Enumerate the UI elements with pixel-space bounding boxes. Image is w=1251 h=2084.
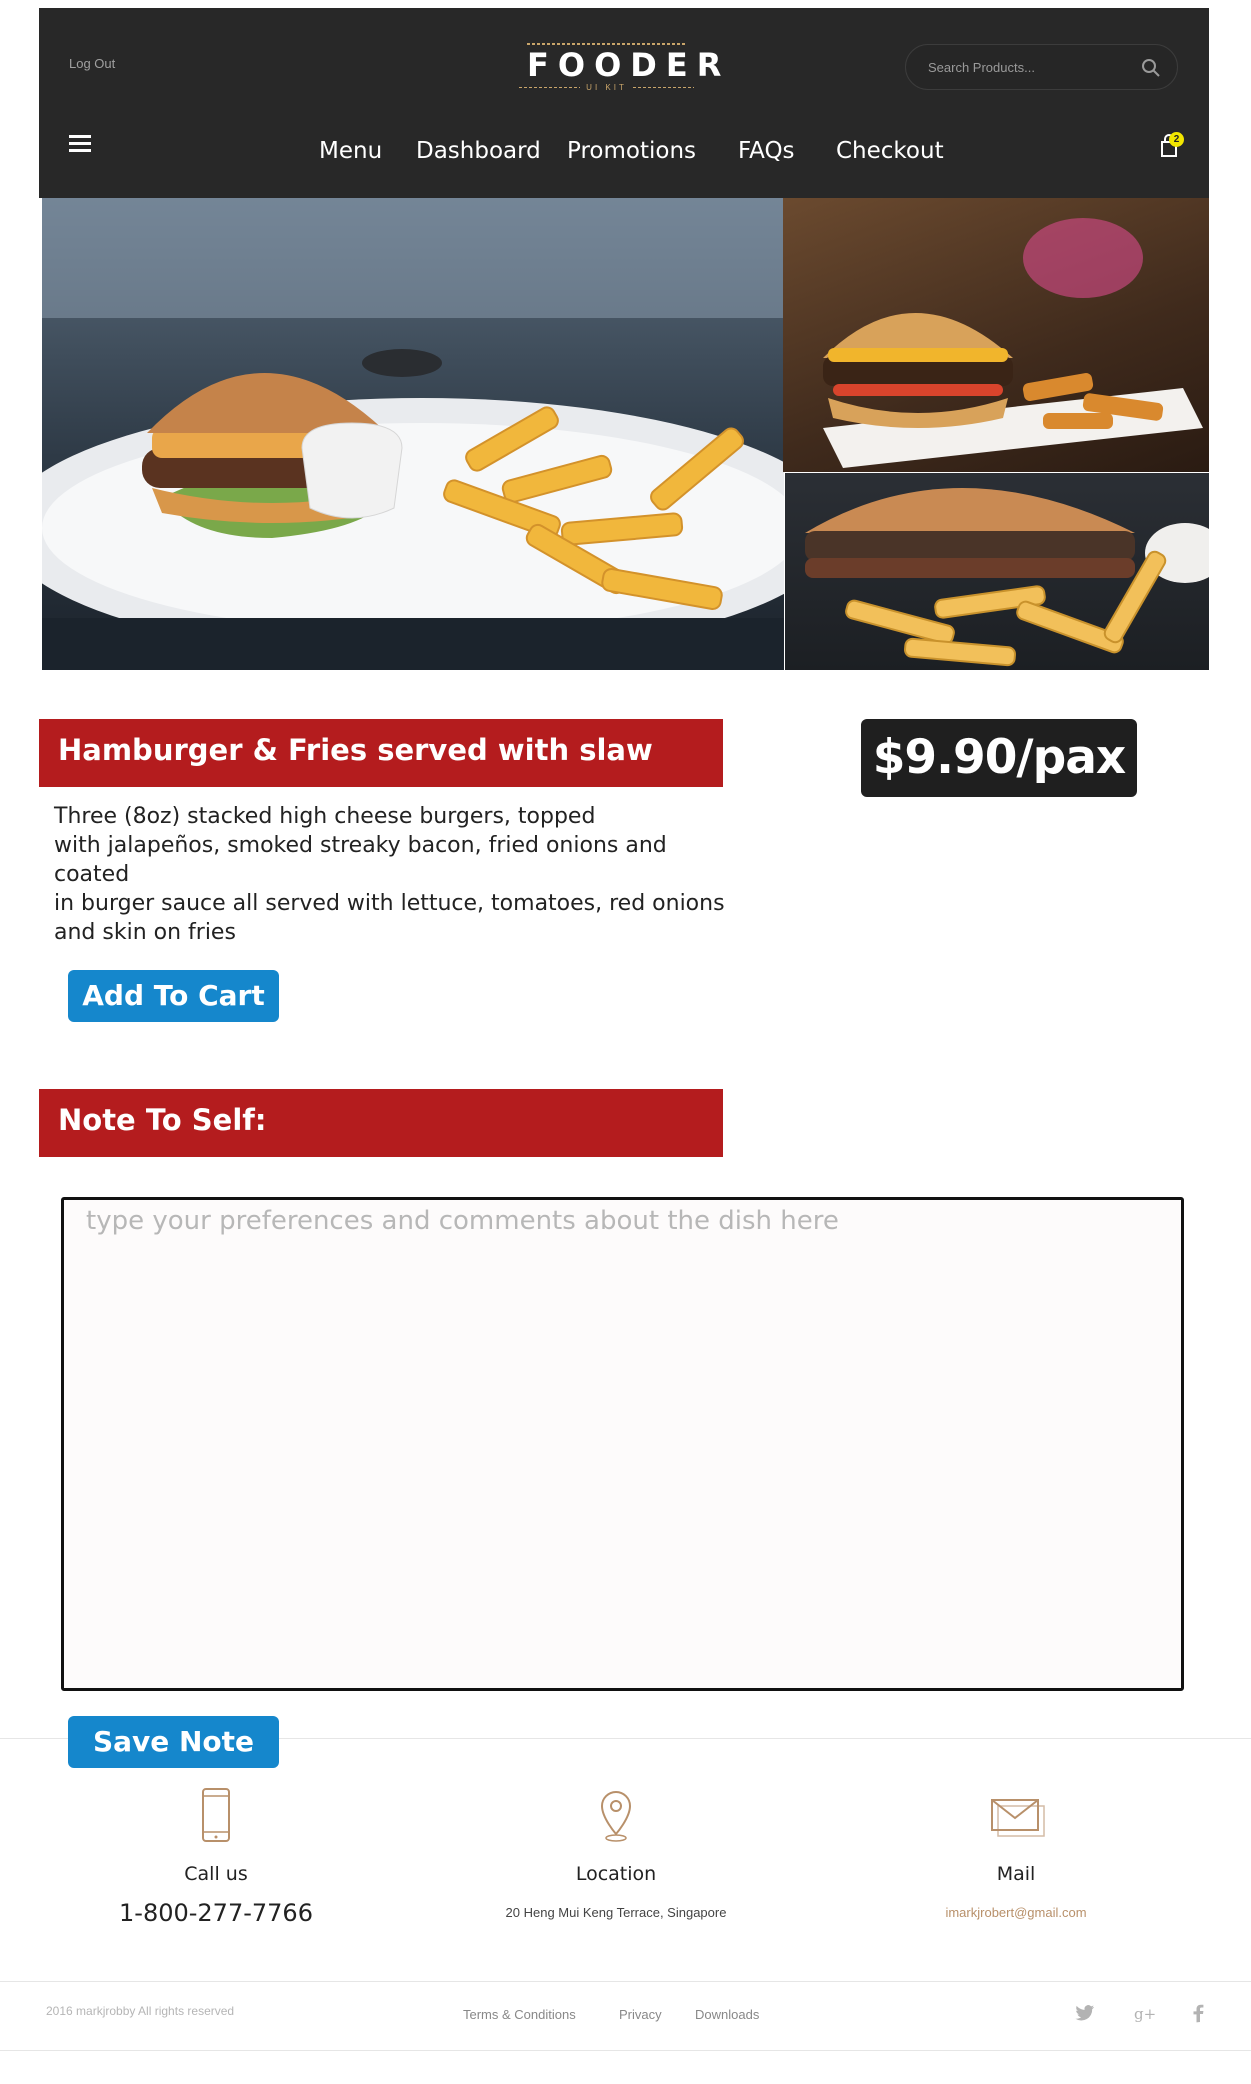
divider	[0, 1981, 1251, 1982]
contact-label: Call us	[184, 1863, 248, 1885]
contact-label: Mail	[996, 1863, 1036, 1885]
phone-icon	[202, 1788, 230, 1842]
description-line: and skin on fries	[54, 920, 236, 945]
location-pin-icon	[600, 1790, 632, 1842]
nav-checkout[interactable]: Checkout	[836, 138, 944, 164]
twitter-icon[interactable]	[1074, 2002, 1096, 2024]
brand-logo[interactable]: FOODER UI KIT	[519, 43, 731, 103]
privacy-link[interactable]: Privacy	[619, 2007, 662, 2022]
side-burger-photo-bottom[interactable]	[785, 473, 1209, 670]
cart-button[interactable]: 2	[1156, 132, 1186, 162]
nav-menu[interactable]: Menu	[319, 138, 382, 164]
divider	[0, 2050, 1251, 2051]
facebook-icon[interactable]	[1188, 2002, 1210, 2024]
cart-count-badge: 2	[1169, 132, 1184, 147]
nav-faqs[interactable]: FAQs	[738, 138, 795, 164]
nav-promotions[interactable]: Promotions	[567, 138, 696, 164]
contact-call: Call us 1-800-277-7766	[66, 1786, 366, 1927]
price-tag: $9.90/pax	[861, 719, 1137, 797]
email-link[interactable]: imarkjrobert@gmail.com	[866, 1905, 1166, 1920]
address-text: 20 Heng Mui Keng Terrace, Singapore	[505, 1905, 727, 1920]
brand-subtitle: UI KIT	[586, 83, 627, 92]
side-burger-photo-top[interactable]	[783, 198, 1209, 472]
terms-link[interactable]: Terms & Conditions	[463, 2007, 576, 2022]
hamburger-menu-icon[interactable]	[69, 135, 91, 155]
contact-label: Location	[575, 1863, 657, 1885]
search-input[interactable]	[928, 57, 1128, 77]
phone-number[interactable]: 1-800-277-7766	[66, 1899, 366, 1927]
brand-name: FOODER	[527, 46, 731, 84]
search-box	[905, 44, 1178, 90]
contact-location: Location 20 Heng Mui Keng Terrace, Singa…	[466, 1786, 766, 1920]
search-icon[interactable]	[1141, 58, 1161, 78]
contact-mail: Mail imarkjrobert@gmail.com	[866, 1786, 1166, 1920]
logout-link[interactable]: Log Out	[69, 56, 115, 71]
mail-icon	[991, 1799, 1045, 1837]
copyright-text: 2016 markjrobby All rights reserved	[46, 2004, 235, 2018]
google-plus-icon[interactable]: g+	[1133, 2002, 1155, 2024]
description-line: in burger sauce all served with lettuce,…	[54, 891, 725, 916]
note-textarea[interactable]	[61, 1197, 1184, 1691]
description-line: Three (8oz) stacked high cheese burgers,…	[54, 804, 596, 829]
description-line: with jalapeños, smoked streaky bacon, fr…	[54, 833, 667, 887]
save-note-button[interactable]: Save Note	[68, 1716, 279, 1768]
note-heading: Note To Self:	[39, 1089, 723, 1157]
product-description: Three (8oz) stacked high cheese burgers,…	[54, 802, 734, 947]
product-gallery	[42, 198, 1209, 670]
site-header: Log Out FOODER UI KIT Menu Dashboard Pro…	[39, 8, 1209, 198]
nav-dashboard[interactable]: Dashboard	[416, 138, 541, 164]
downloads-link[interactable]: Downloads	[695, 2007, 759, 2022]
add-to-cart-button[interactable]: Add To Cart	[68, 970, 279, 1022]
main-burger-photo[interactable]	[42, 198, 784, 670]
svg-text:g+: g+	[1134, 2005, 1155, 2023]
product-title: Hamburger & Fries served with slaw	[39, 719, 723, 787]
